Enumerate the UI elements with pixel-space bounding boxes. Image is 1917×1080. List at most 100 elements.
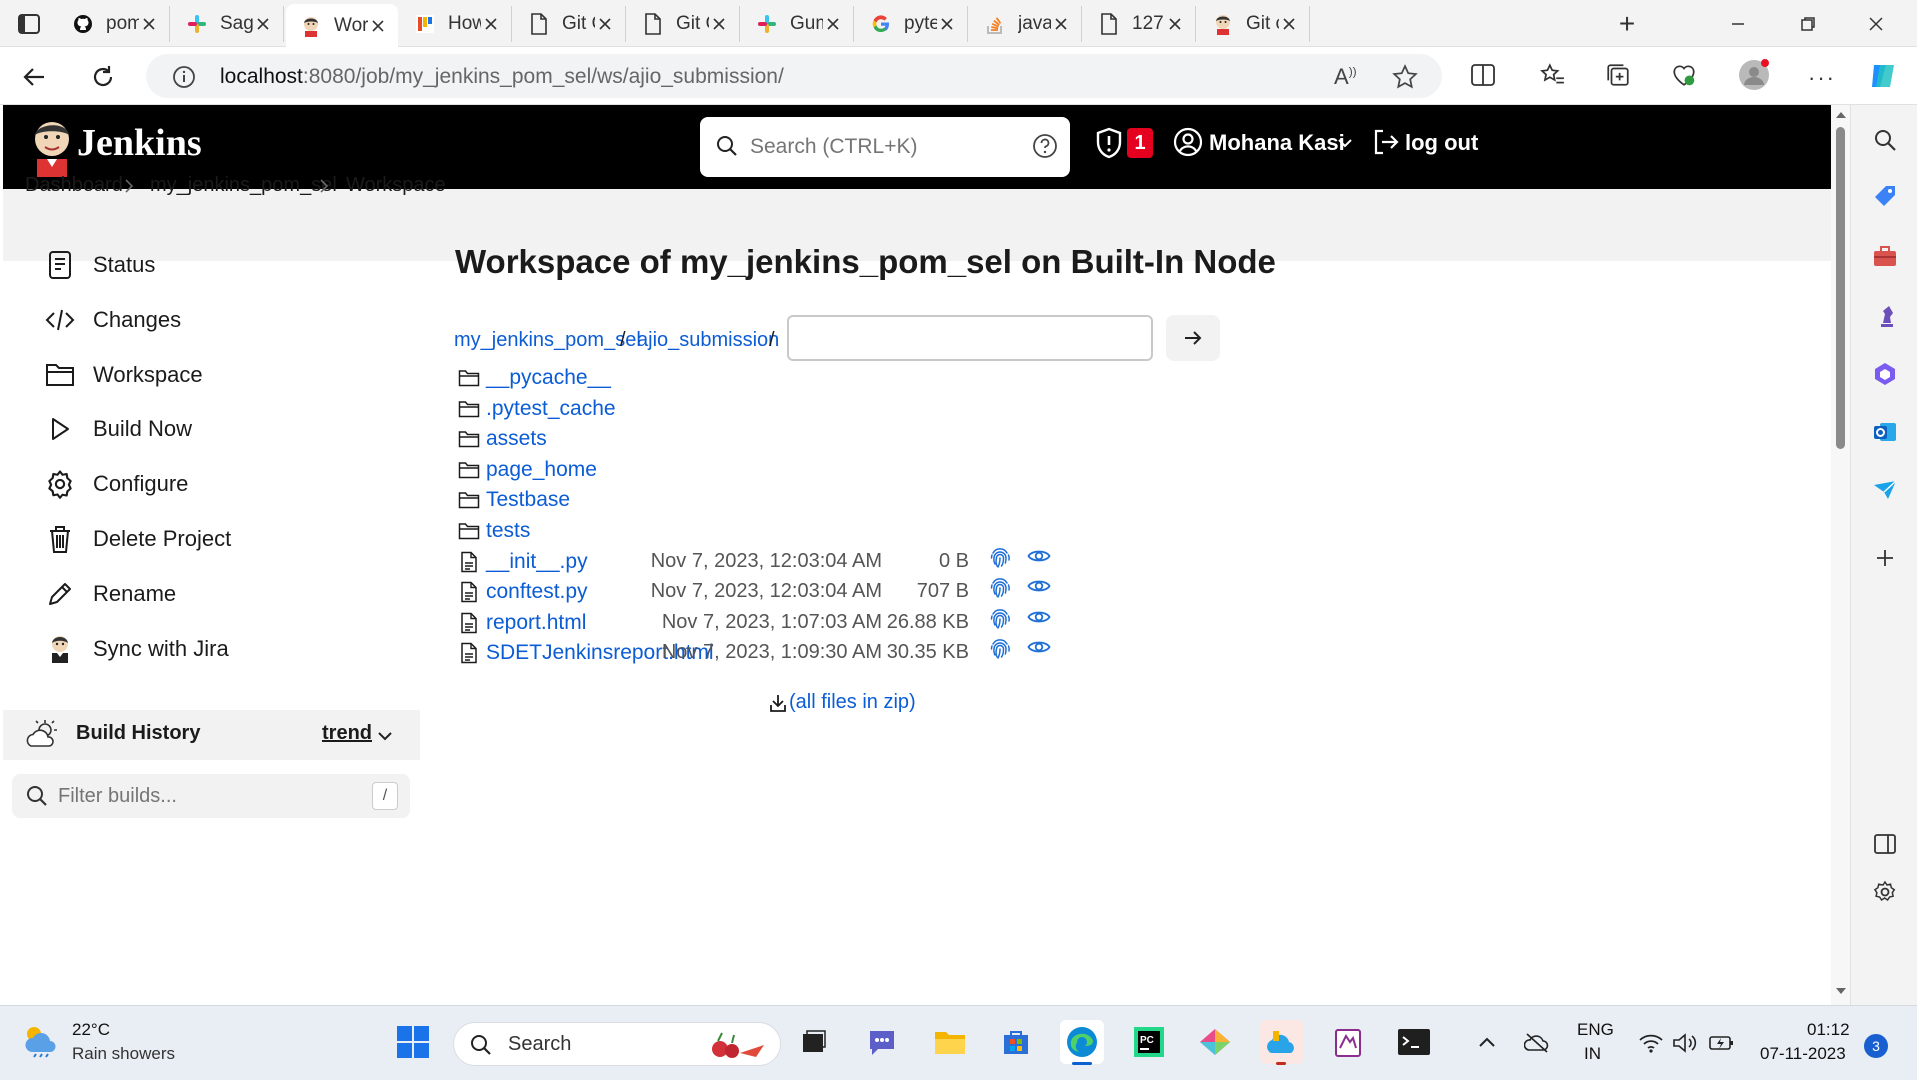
jenkins-search-box[interactable] — [700, 117, 1070, 177]
file-link[interactable]: report.html — [486, 611, 586, 635]
filter-builds-box[interactable]: / — [12, 774, 410, 818]
sidebar-item-status[interactable]: Status — [45, 245, 155, 285]
send-plane-icon[interactable] — [1870, 475, 1900, 505]
scroll-down-icon[interactable] — [1835, 987, 1847, 995]
weather-rain-icon[interactable] — [22, 1024, 58, 1058]
more-menu-icon[interactable]: ··· — [1808, 65, 1836, 91]
jenkins-logo-icon[interactable] — [29, 117, 75, 177]
browser-tab[interactable]: java — [970, 6, 1082, 42]
profile-avatar-icon[interactable] — [1738, 59, 1770, 91]
favorites-icon[interactable] — [1538, 62, 1566, 88]
sidebar-item-workspace[interactable]: Workspace — [45, 355, 203, 395]
collections-icon[interactable] — [1604, 62, 1632, 88]
notification-count-badge[interactable]: 3 — [1864, 1034, 1888, 1058]
weather-temp[interactable]: 22°C — [72, 1020, 110, 1040]
microsoft-store-icon[interactable] — [994, 1020, 1038, 1064]
sidebar-item-configure[interactable]: Configure — [45, 464, 188, 504]
browser-tab[interactable]: pom — [58, 6, 170, 42]
windows-start-icon[interactable] — [391, 1020, 435, 1064]
help-icon[interactable] — [1032, 133, 1058, 159]
restore-button[interactable] — [1800, 10, 1830, 38]
browser-tab[interactable]: Sagar — [172, 6, 284, 42]
logout-link[interactable]: log out — [1405, 130, 1478, 156]
volume-icon[interactable] — [1672, 1032, 1698, 1054]
folder-link[interactable]: tests — [486, 519, 530, 543]
eye-icon[interactable] — [1027, 578, 1051, 594]
cloud-app-icon[interactable] — [1260, 1020, 1304, 1065]
address-bar[interactable]: localhost:8080/job/my_jenkins_pom_sel/ws… — [146, 54, 1442, 98]
jenkins-search-input[interactable] — [750, 131, 1020, 163]
close-icon[interactable] — [823, 14, 843, 34]
filter-builds-input[interactable] — [58, 780, 358, 812]
read-aloud-icon[interactable]: A)) — [1334, 64, 1357, 90]
tools-briefcase-icon[interactable] — [1870, 241, 1900, 271]
fingerprint-icon[interactable] — [989, 575, 1011, 599]
close-icon[interactable] — [481, 14, 501, 34]
close-icon[interactable] — [709, 14, 729, 34]
wifi-icon[interactable] — [1638, 1032, 1664, 1054]
scroll-up-icon[interactable] — [1835, 111, 1847, 119]
eye-icon[interactable] — [1027, 609, 1051, 625]
path-link-job[interactable]: my_jenkins_pom_sel — [454, 329, 641, 352]
folder-link[interactable]: .pytest_cache — [486, 397, 616, 421]
site-info-icon[interactable] — [172, 65, 196, 89]
browser-tab[interactable]: Work — [286, 4, 398, 47]
favorite-star-icon[interactable] — [1392, 64, 1418, 90]
close-icon[interactable] — [253, 14, 273, 34]
battery-charging-icon[interactable] — [1708, 1032, 1736, 1054]
sidebar-item-sync-with-jira[interactable]: Sync with Jira — [45, 629, 229, 669]
close-icon[interactable] — [1051, 14, 1071, 34]
task-view-icon[interactable] — [792, 1020, 836, 1064]
sidebar-item-delete-project[interactable]: Delete Project — [45, 519, 231, 559]
user-name[interactable]: Mohana Kasi — [1209, 130, 1345, 156]
shopping-tag-icon[interactable] — [1870, 181, 1900, 211]
alert-count-badge[interactable]: 1 — [1127, 128, 1153, 158]
pycharm-icon[interactable]: PC — [1127, 1020, 1171, 1064]
fingerprint-icon[interactable] — [989, 606, 1011, 630]
sidebar-item-changes[interactable]: Changes — [45, 300, 181, 340]
edge-browser-icon[interactable] — [1060, 1020, 1104, 1065]
sidebar-item-rename[interactable]: Rename — [45, 574, 176, 614]
close-window-button[interactable] — [1868, 10, 1898, 38]
scrollbar-thumb[interactable] — [1836, 127, 1845, 449]
browser-tab[interactable]: Git C — [628, 6, 740, 42]
path-input[interactable] — [787, 315, 1153, 361]
close-icon[interactable] — [139, 14, 159, 34]
folder-link[interactable]: __pycache__ — [486, 366, 611, 390]
clock-date[interactable]: 07-11-2023 — [1760, 1044, 1846, 1064]
breadcrumb-workspace[interactable]: Workspace — [346, 174, 446, 197]
browser-tab[interactable]: How — [400, 6, 512, 42]
outlook-icon[interactable] — [1870, 417, 1900, 447]
new-tab-button[interactable]: + — [1612, 10, 1642, 38]
chevron-down-icon[interactable] — [377, 730, 393, 742]
browser-tab[interactable]: Git cl — [1198, 6, 1310, 42]
close-icon[interactable] — [595, 14, 615, 34]
search-icon[interactable] — [1870, 125, 1900, 155]
logout-icon[interactable] — [1371, 127, 1401, 157]
chevron-up-icon[interactable] — [1478, 1036, 1496, 1048]
folder-link[interactable]: page_home — [486, 458, 597, 482]
folder-link[interactable]: Testbase — [486, 488, 570, 512]
terminal-icon[interactable] — [1392, 1020, 1436, 1064]
taskbar-search-box[interactable]: Search — [453, 1022, 781, 1066]
sidebar-panel-icon[interactable] — [1870, 829, 1900, 859]
jenkins-brand[interactable]: Jenkins — [77, 121, 202, 165]
add-icon[interactable] — [1870, 543, 1900, 573]
teams-chat-icon[interactable] — [860, 1020, 904, 1064]
eye-icon[interactable] — [1027, 639, 1051, 655]
go-button[interactable] — [1166, 315, 1220, 361]
onedrive-offline-icon[interactable] — [1524, 1032, 1550, 1054]
chevron-down-icon[interactable] — [1337, 137, 1353, 149]
language-line1[interactable]: ENG — [1577, 1020, 1614, 1040]
browser-tab[interactable]: Git C — [514, 6, 626, 42]
page-scrollbar[interactable] — [1831, 105, 1850, 1005]
breadcrumb-dashboard[interactable]: Dashboard — [25, 174, 123, 197]
file-explorer-icon[interactable] — [928, 1020, 972, 1064]
eye-icon[interactable] — [1027, 548, 1051, 564]
path-link-folder[interactable]: ajio_submission — [637, 329, 779, 352]
language-line2[interactable]: IN — [1584, 1044, 1601, 1064]
file-link[interactable]: __init__.py — [486, 550, 588, 574]
games-chess-icon[interactable] — [1870, 301, 1900, 331]
download-zip-link[interactable]: (all files in zip) — [769, 691, 916, 714]
breadcrumb-job[interactable]: my_jenkins_pom_sel — [150, 174, 337, 197]
